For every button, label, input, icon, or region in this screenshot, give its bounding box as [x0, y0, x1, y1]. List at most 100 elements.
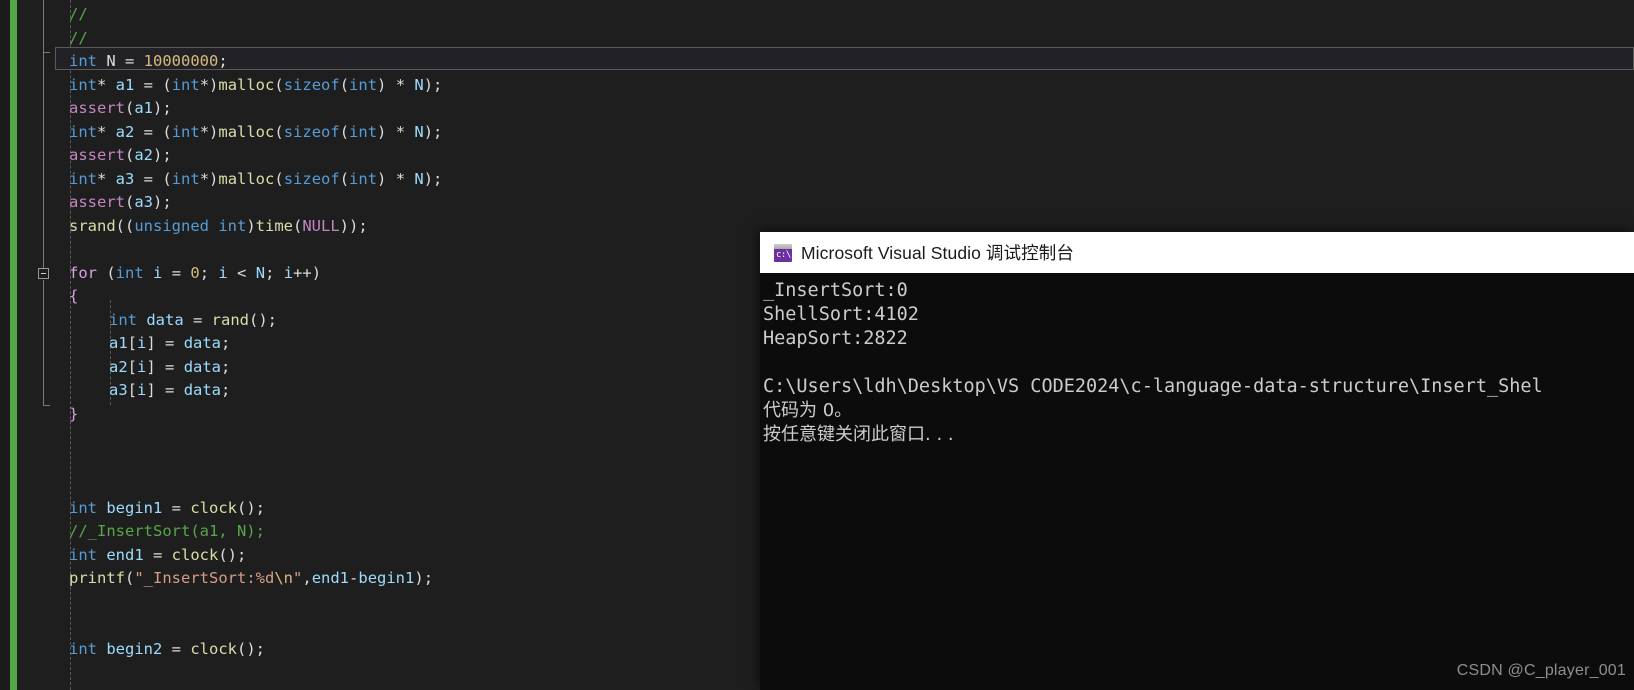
code-line[interactable]: int begin1 = clock(); [69, 497, 265, 521]
console-output-line: ShellSort:4102 [763, 304, 919, 325]
code-token: ( [274, 122, 284, 141]
code-token: int [171, 169, 200, 188]
debug-console-window[interactable]: c:\ Microsoft Visual Studio 调试控制台 _Inser… [760, 232, 1634, 690]
code-token: = [162, 263, 191, 282]
code-line[interactable]: int data = rand(); [109, 309, 277, 333]
code-line[interactable]: int* a2 = (int*)malloc(sizeof(int) * N); [69, 121, 442, 145]
code-line[interactable]: assert(a3); [69, 191, 172, 215]
code-line[interactable]: srand((unsigned int)time(NULL)); [69, 215, 368, 239]
code-token: = [183, 310, 212, 329]
code-token: i [137, 357, 147, 376]
code-token: ] = [146, 357, 184, 376]
code-token: < [227, 263, 256, 282]
code-token: malloc [218, 122, 275, 141]
code-line[interactable]: a1[i] = data; [109, 332, 230, 356]
code-line[interactable]: int* a1 = (int*)malloc(sizeof(int) * N); [69, 74, 442, 98]
code-line[interactable]: int* a3 = (int*)malloc(sizeof(int) * N); [69, 168, 442, 192]
code-token: sizeof [283, 75, 340, 94]
code-token: //_InsertSort(a1, N); [69, 522, 265, 540]
code-token: ) * [377, 122, 415, 141]
code-token: int [109, 310, 137, 329]
code-token: assert [69, 146, 125, 164]
code-token: ( [162, 122, 172, 141]
code-token: ); [153, 99, 172, 117]
code-token: begin1 [358, 569, 415, 587]
code-line[interactable]: assert(a1); [69, 97, 172, 121]
code-line[interactable]: // [69, 27, 88, 51]
code-line[interactable]: printf("_InsertSort:%d\n",end1-begin1); [69, 567, 433, 591]
code-token: int [69, 75, 97, 94]
code-token: ; [221, 334, 231, 352]
code-token: ( [274, 169, 284, 188]
code-token: ( [274, 75, 284, 94]
code-token: (); [249, 310, 277, 329]
code-line[interactable]: a3[i] = data; [109, 379, 230, 403]
code-token: end1 [106, 545, 144, 564]
code-token: N [255, 263, 266, 282]
code-token: i [283, 263, 294, 282]
code-token: (); [218, 545, 247, 564]
code-line[interactable]: //_InsertSort(a1, N); [69, 520, 265, 544]
code-token: int [69, 122, 97, 141]
code-token: - [349, 569, 359, 587]
code-token: // [69, 5, 88, 23]
code-token: sizeof [283, 169, 340, 188]
code-token: ( [339, 75, 350, 94]
code-token: NULL [302, 216, 340, 235]
code-token: " [293, 569, 303, 587]
console-app-icon: c:\ [774, 243, 792, 262]
code-token: assert [69, 193, 125, 211]
code-token: data [146, 310, 184, 329]
code-token: data [183, 381, 222, 399]
console-icon-label: c:\ [776, 249, 791, 260]
code-token: 0 [190, 263, 200, 282]
code-token: int [69, 545, 97, 564]
code-line[interactable]: // [69, 3, 88, 27]
code-token: (); [237, 639, 266, 658]
code-token: // [69, 28, 88, 47]
code-line[interactable]: a2[i] = data; [109, 356, 230, 380]
code-token: sizeof [283, 122, 340, 141]
console-output-line: C:\Users\ldh\Desktop\VS CODE2024\c-langu… [763, 376, 1543, 397]
code-token: *) [199, 169, 219, 188]
code-token: [ [127, 381, 138, 399]
code-token: N [414, 75, 424, 94]
code-token: ( [339, 122, 350, 141]
code-text-layer[interactable]: ////int N = 10000000; int* a1 = (int*)mal… [0, 0, 760, 690]
code-line[interactable]: { [69, 285, 78, 309]
code-token: *) [199, 122, 219, 141]
code-token: i [218, 263, 228, 282]
code-token: ; [218, 52, 228, 70]
console-window-title: Microsoft Visual Studio 调试控制台 [801, 243, 1074, 263]
code-token: } [69, 404, 79, 423]
code-token: ); [423, 122, 443, 141]
code-line[interactable]: } [69, 403, 78, 427]
code-token: = [162, 639, 191, 658]
console-title-bar[interactable]: c:\ Microsoft Visual Studio 调试控制台 [760, 232, 1634, 273]
code-line[interactable]: int end1 = clock(); [69, 544, 246, 568]
code-token: i [137, 334, 147, 352]
code-line[interactable]: int begin2 = clock(); [69, 638, 265, 662]
code-token: (); [237, 498, 266, 517]
code-token: data [183, 334, 222, 352]
code-token: )); [339, 216, 368, 235]
code-token: * [97, 75, 116, 94]
code-token: ++) [293, 263, 322, 282]
code-token: i [153, 263, 163, 282]
code-token: end1 [311, 569, 350, 587]
code-token: a2 [109, 357, 128, 376]
code-line[interactable]: assert(a2); [69, 144, 172, 168]
code-line[interactable]: for (int i = 0; i < N; i++) [69, 262, 321, 286]
console-output-area[interactable]: _InsertSort:0 ShellSort:4102 HeapSort:2822… [760, 273, 1634, 690]
code-line[interactable]: int N = 10000000; [69, 50, 228, 74]
code-token: clock [171, 545, 219, 564]
code-token: ( [162, 75, 172, 94]
code-token: "_InsertSort:%d [134, 569, 275, 587]
code-token: ] = [146, 334, 184, 352]
code-token: ( [125, 569, 135, 587]
code-token: ); [153, 193, 172, 211]
